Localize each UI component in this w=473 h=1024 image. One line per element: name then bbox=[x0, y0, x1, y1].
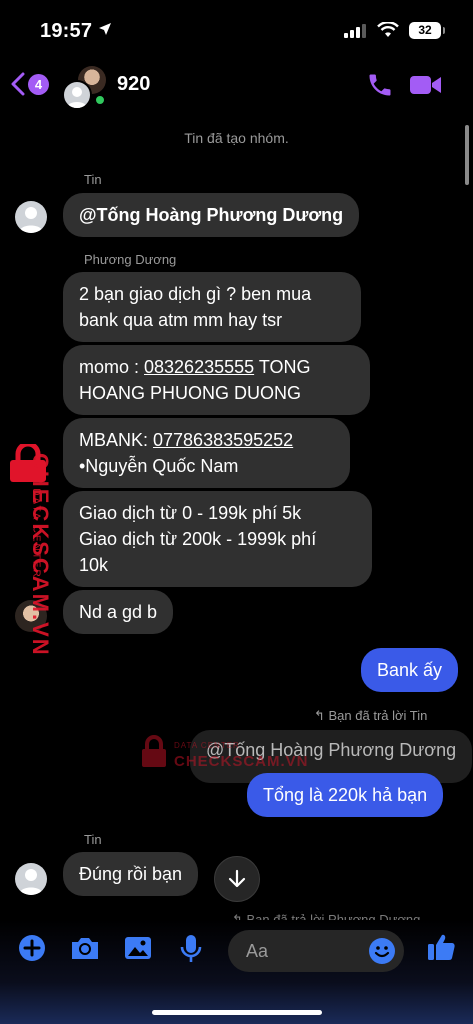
message-bubble[interactable]: Đúng rồi bạn bbox=[63, 852, 199, 896]
account-number-link[interactable]: 07786383595252 bbox=[153, 430, 293, 450]
arrow-down-icon bbox=[228, 869, 246, 888]
message-text: HOANG PHUONG DUONG bbox=[79, 383, 302, 403]
back-chevron-icon[interactable] bbox=[10, 72, 26, 96]
sender-name: Tin bbox=[84, 172, 102, 187]
chat-header: 4 920 bbox=[0, 60, 473, 110]
message-input-placeholder: Aa bbox=[246, 941, 269, 961]
message-text: momo : bbox=[79, 357, 145, 377]
message-text: •Nguyễn Quốc Nam bbox=[79, 456, 239, 476]
message-text: Giao dịch từ 0 - 199k phí 5k bbox=[79, 503, 302, 523]
message-text: Tổng là 220k hả bạn bbox=[263, 785, 428, 805]
message-text: bank qua atm mm hay tsr bbox=[79, 310, 283, 330]
watermark-sub: DATA CENTER bbox=[174, 741, 240, 750]
message-text: 10k bbox=[79, 555, 109, 575]
scroll-to-bottom-button[interactable] bbox=[214, 856, 260, 902]
emoji-icon[interactable] bbox=[368, 937, 396, 965]
gallery-icon[interactable] bbox=[123, 934, 153, 962]
conversation-title[interactable]: 920 bbox=[117, 73, 150, 96]
message-text: MBANK: bbox=[79, 430, 154, 450]
watermark-brand: CHECKSCAM.VN bbox=[174, 753, 309, 770]
message-bubble[interactable]: @Tống Hoàng Phương Dương bbox=[63, 193, 360, 237]
status-bar: 19:57 32 bbox=[0, 0, 473, 60]
unread-badge: 4 bbox=[28, 74, 49, 95]
message-bubble[interactable]: momo : 08326235555 TONG HOANG PHUONG DUO… bbox=[63, 345, 370, 415]
group-avatar[interactable] bbox=[62, 66, 106, 110]
message-text: @Tống Hoàng Phương Dương bbox=[79, 205, 344, 225]
cellular-signal-icon bbox=[344, 24, 366, 38]
phone-number-link[interactable]: 08326235555 bbox=[144, 357, 254, 377]
sender-name: Phương Dương bbox=[84, 252, 177, 267]
message-bubble[interactable]: Giao dịch từ 0 - 199k phí 5k Giao dịch t… bbox=[63, 491, 372, 587]
like-thumb-icon[interactable] bbox=[426, 932, 456, 962]
camera-icon[interactable] bbox=[69, 934, 101, 962]
my-message-bubble[interactable]: Bank ấy bbox=[361, 648, 459, 692]
member-avatar-default bbox=[62, 80, 92, 110]
reply-label: ↰ Bạn đã trả lời Tin bbox=[314, 708, 427, 724]
avatar[interactable] bbox=[15, 201, 47, 233]
location-arrow-icon bbox=[99, 23, 111, 35]
message-text: Đúng rồi bạn bbox=[79, 864, 183, 884]
message-text: Bank ấy bbox=[377, 660, 443, 680]
watermark-overlay: DATA CENTER CHECKSCAM.VN bbox=[140, 735, 308, 775]
message-composer: Aa bbox=[0, 920, 473, 1024]
status-time: 19:57 bbox=[40, 20, 93, 42]
watermark-lock-icon bbox=[142, 735, 166, 767]
microphone-icon[interactable] bbox=[180, 934, 202, 964]
avatar[interactable] bbox=[15, 863, 47, 895]
message-bubble[interactable]: Nd a gd b bbox=[63, 590, 174, 634]
online-indicator bbox=[94, 94, 106, 106]
message-input[interactable]: Aa bbox=[228, 930, 404, 972]
video-call-icon[interactable] bbox=[409, 73, 443, 97]
wifi-icon bbox=[377, 22, 399, 37]
message-text: 2 bạn giao dịch gì ? ben mua bbox=[79, 284, 312, 304]
message-bubble[interactable]: MBANK: 07786383595252 •Nguyễn Quốc Nam bbox=[63, 418, 350, 488]
watermark-sub: DATA CENTER bbox=[30, 488, 42, 579]
my-message-bubble[interactable]: Tổng là 220k hả bạn bbox=[247, 773, 444, 817]
system-message: Tin đã tạo nhóm. bbox=[184, 130, 289, 146]
plus-circle-icon[interactable] bbox=[18, 934, 46, 962]
battery-indicator: 32 bbox=[409, 22, 445, 39]
sender-name: Tin bbox=[84, 832, 102, 847]
phone-call-icon[interactable] bbox=[366, 71, 394, 99]
message-bubble[interactable]: 2 bạn giao dịch gì ? ben mua bank qua at… bbox=[63, 272, 361, 342]
message-text: Giao dịch từ 200k - 1999k phí bbox=[79, 529, 317, 549]
message-text: Nd a gd b bbox=[79, 602, 158, 622]
reply-arrow-icon: ↰ bbox=[314, 708, 329, 723]
reply-label-text: Bạn đã trả lời Tin bbox=[328, 708, 428, 723]
message-text: TONG bbox=[254, 357, 311, 377]
home-indicator bbox=[152, 1010, 322, 1015]
